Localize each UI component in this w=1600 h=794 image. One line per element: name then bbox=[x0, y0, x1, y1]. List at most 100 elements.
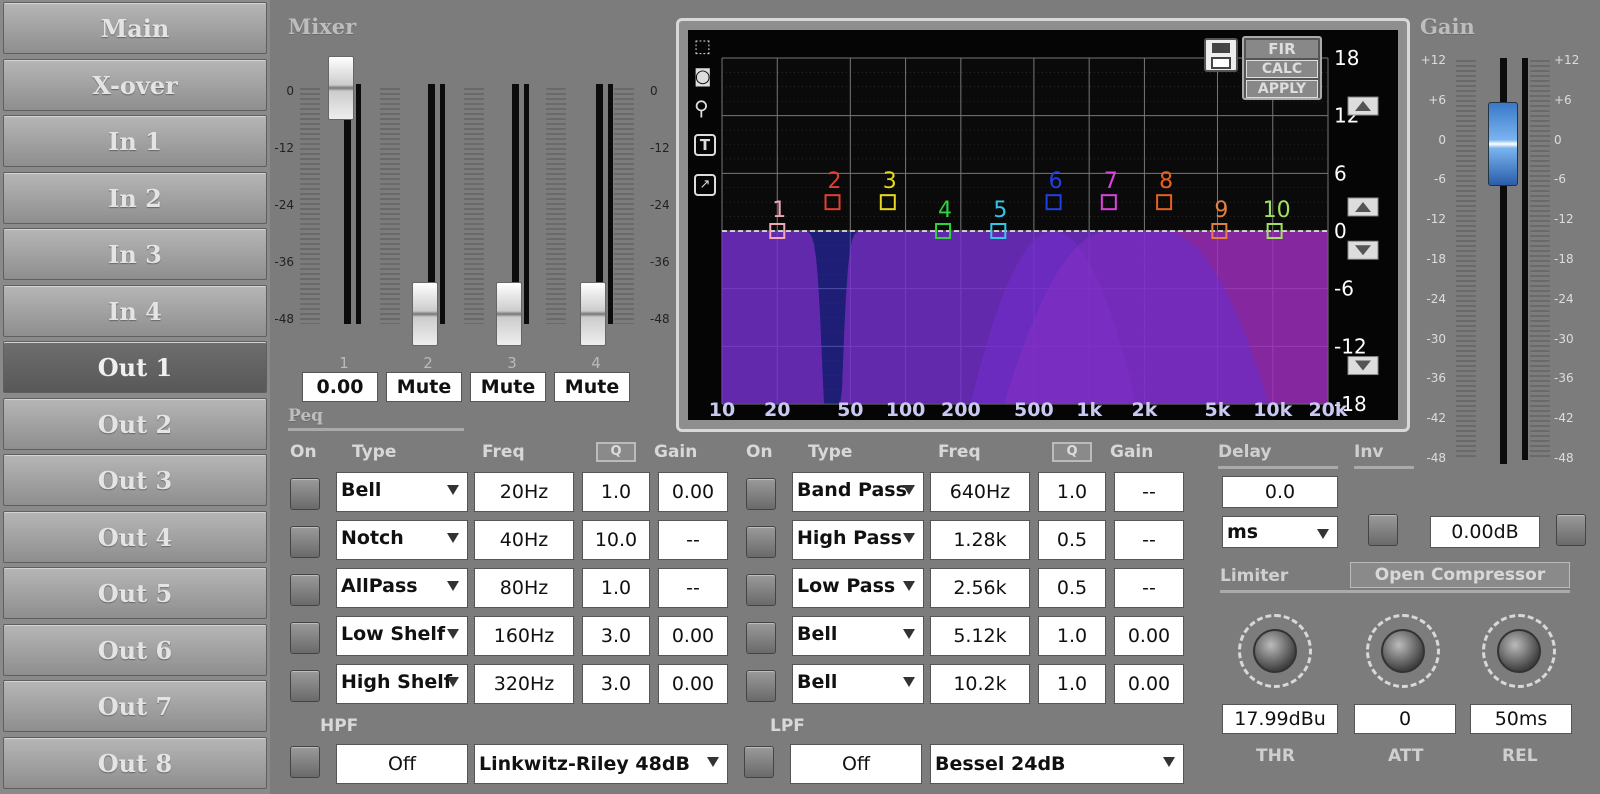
peq-band-gain-field[interactable]: -- bbox=[1114, 520, 1184, 560]
lpf-freq-field[interactable]: Off bbox=[790, 744, 922, 784]
channel-2-value-field[interactable]: Mute bbox=[386, 372, 462, 402]
channel-1-value-field[interactable]: 0.00 bbox=[302, 372, 378, 402]
peq-band-gain-field[interactable]: 0.00 bbox=[658, 472, 728, 512]
peq-band-gain-field[interactable]: 0.00 bbox=[1114, 664, 1184, 704]
peq-band-freq-field[interactable]: 40Hz bbox=[474, 520, 574, 560]
thr-knob[interactable] bbox=[1232, 608, 1318, 694]
peq-band-on-toggle[interactable] bbox=[746, 574, 776, 606]
peq-band-gain-field[interactable]: 0.00 bbox=[658, 616, 728, 656]
peq-band-freq-field[interactable]: 20Hz bbox=[474, 472, 574, 512]
gain-fader-knob[interactable] bbox=[1488, 102, 1518, 186]
peq-band-q-field[interactable]: 1.0 bbox=[1038, 472, 1106, 512]
peq-band-on-toggle[interactable] bbox=[290, 478, 320, 510]
peq-band-type-select[interactable]: Low Pass bbox=[792, 568, 924, 608]
peq-band-freq-field[interactable]: 5.12k bbox=[930, 616, 1030, 656]
channel-4-fader-knob[interactable] bbox=[580, 282, 606, 346]
nav-item-x-over[interactable]: X-over bbox=[3, 58, 267, 111]
nav-item-out-8[interactable]: Out 8 bbox=[3, 736, 267, 789]
att-knob[interactable] bbox=[1360, 608, 1446, 694]
channel-1-fader-knob[interactable] bbox=[328, 56, 354, 120]
nav-item-in-3[interactable]: In 3 bbox=[3, 228, 267, 280]
peq-band-type-select[interactable]: Band Pass bbox=[792, 472, 924, 512]
nav-item-out-2[interactable]: Out 2 bbox=[3, 397, 267, 450]
peq-band-on-toggle[interactable] bbox=[290, 670, 320, 702]
rel-knob[interactable] bbox=[1476, 608, 1562, 694]
peq-band-on-toggle[interactable] bbox=[746, 622, 776, 654]
peq-band-on-toggle[interactable] bbox=[746, 478, 776, 510]
peq-band-freq-field[interactable]: 2.56k bbox=[930, 568, 1030, 608]
thr-value-field[interactable]: 17.99dBu bbox=[1222, 704, 1338, 734]
peq-band-q-field[interactable]: 1.0 bbox=[582, 568, 650, 608]
channel-3-fader-knob[interactable] bbox=[496, 282, 522, 346]
peq-band-on-toggle[interactable] bbox=[290, 622, 320, 654]
nav-item-in-4[interactable]: In 4 bbox=[3, 284, 267, 337]
peq-band-freq-field[interactable]: 10.2k bbox=[930, 664, 1030, 704]
mute-toggle[interactable] bbox=[1556, 514, 1586, 546]
nav-item-out-3[interactable]: Out 3 bbox=[3, 454, 267, 506]
save-icon[interactable] bbox=[1204, 38, 1238, 72]
peq-band-type-select[interactable]: High Shelf bbox=[336, 664, 468, 704]
peq-band-freq-field[interactable]: 320Hz bbox=[474, 664, 574, 704]
peq-band-on-toggle[interactable] bbox=[290, 526, 320, 558]
peq-band-type-select[interactable]: Bell bbox=[792, 664, 924, 704]
peq-band-gain-field[interactable]: -- bbox=[658, 568, 728, 608]
nav-item-out-6[interactable]: Out 6 bbox=[3, 623, 267, 676]
nav-item-in-1[interactable]: In 1 bbox=[3, 115, 267, 167]
peq-band-on-toggle[interactable] bbox=[746, 526, 776, 558]
peq-band-gain-field[interactable]: -- bbox=[1114, 472, 1184, 512]
nav-item-out-1[interactable]: Out 1 bbox=[3, 341, 267, 393]
peq-band-q-field[interactable]: 3.0 bbox=[582, 664, 650, 704]
nav-item-out-5[interactable]: Out 5 bbox=[3, 567, 267, 619]
delay-unit-select[interactable]: ms bbox=[1222, 516, 1338, 548]
calc-button[interactable]: CALC bbox=[1246, 60, 1318, 78]
channel-3-value-field[interactable]: Mute bbox=[470, 372, 546, 402]
peq-band-type-select[interactable]: Bell bbox=[336, 472, 468, 512]
peq-band-on-toggle[interactable] bbox=[746, 670, 776, 702]
peq-band-freq-field[interactable]: 640Hz bbox=[930, 472, 1030, 512]
peq-band-type-select[interactable]: AllPass bbox=[336, 568, 468, 608]
peq-band-q-field[interactable]: 0.5 bbox=[1038, 520, 1106, 560]
peq-q-mode-button[interactable]: Q bbox=[1052, 442, 1092, 462]
peq-band-q-field[interactable]: 1.0 bbox=[1038, 616, 1106, 656]
camera-icon[interactable]: ◙ bbox=[694, 66, 711, 87]
peq-band-gain-field[interactable]: -- bbox=[658, 520, 728, 560]
peq-band-q-field[interactable]: 10.0 bbox=[582, 520, 650, 560]
hpf-type-select[interactable]: Linkwitz-Riley 48dB bbox=[474, 744, 728, 784]
peq-band-q-field[interactable]: 0.5 bbox=[1038, 568, 1106, 608]
peq-band-freq-field[interactable]: 160Hz bbox=[474, 616, 574, 656]
att-value-field[interactable]: 0 bbox=[1354, 704, 1456, 734]
peq-band-type-select[interactable]: Bell bbox=[792, 616, 924, 656]
peq-band-q-field[interactable]: 1.0 bbox=[1038, 664, 1106, 704]
magnifier-icon[interactable]: ⚲ bbox=[694, 96, 709, 120]
nav-item-out-4[interactable]: Out 4 bbox=[3, 510, 267, 563]
inv-toggle[interactable] bbox=[1368, 514, 1398, 546]
nav-item-in-2[interactable]: In 2 bbox=[3, 171, 267, 224]
peq-band-freq-field[interactable]: 80Hz bbox=[474, 568, 574, 608]
peq-band-gain-field[interactable]: 0.00 bbox=[1114, 616, 1184, 656]
peq-band-gain-field[interactable]: 0.00 bbox=[658, 664, 728, 704]
hpf-freq-field[interactable]: Off bbox=[336, 744, 468, 784]
channel-2-fader-knob[interactable] bbox=[412, 282, 438, 346]
nav-item-main[interactable]: Main bbox=[3, 2, 267, 54]
apply-button[interactable]: APPLY bbox=[1246, 80, 1318, 98]
peq-band-type-select[interactable]: High Pass bbox=[792, 520, 924, 560]
peq-band-type-select[interactable]: Notch bbox=[336, 520, 468, 560]
peq-band-freq-field[interactable]: 1.28k bbox=[930, 520, 1030, 560]
hpf-on-toggle[interactable] bbox=[290, 746, 320, 778]
delay-value-field[interactable]: 0.0 bbox=[1222, 476, 1338, 508]
open-compressor-button[interactable]: Open Compressor bbox=[1350, 562, 1570, 588]
peq-band-gain-field[interactable]: -- bbox=[1114, 568, 1184, 608]
text-tool-icon[interactable]: T bbox=[694, 134, 716, 156]
lpf-type-select[interactable]: Bessel 24dB bbox=[930, 744, 1184, 784]
channel-1-fader-track[interactable] bbox=[344, 84, 351, 324]
peq-band-q-field[interactable]: 3.0 bbox=[582, 616, 650, 656]
channel-4-value-field[interactable]: Mute bbox=[554, 372, 630, 402]
peq-band-on-toggle[interactable] bbox=[290, 574, 320, 606]
peq-q-mode-button[interactable]: Q bbox=[596, 442, 636, 462]
zoom-region-icon[interactable]: ⬚ bbox=[694, 36, 711, 57]
nav-item-out-7[interactable]: Out 7 bbox=[3, 680, 267, 732]
peq-band-type-select[interactable]: Low Shelf bbox=[336, 616, 468, 656]
output-gain-field[interactable]: 0.00dB bbox=[1430, 516, 1540, 548]
lpf-on-toggle[interactable] bbox=[744, 746, 774, 778]
rel-value-field[interactable]: 50ms bbox=[1470, 704, 1572, 734]
